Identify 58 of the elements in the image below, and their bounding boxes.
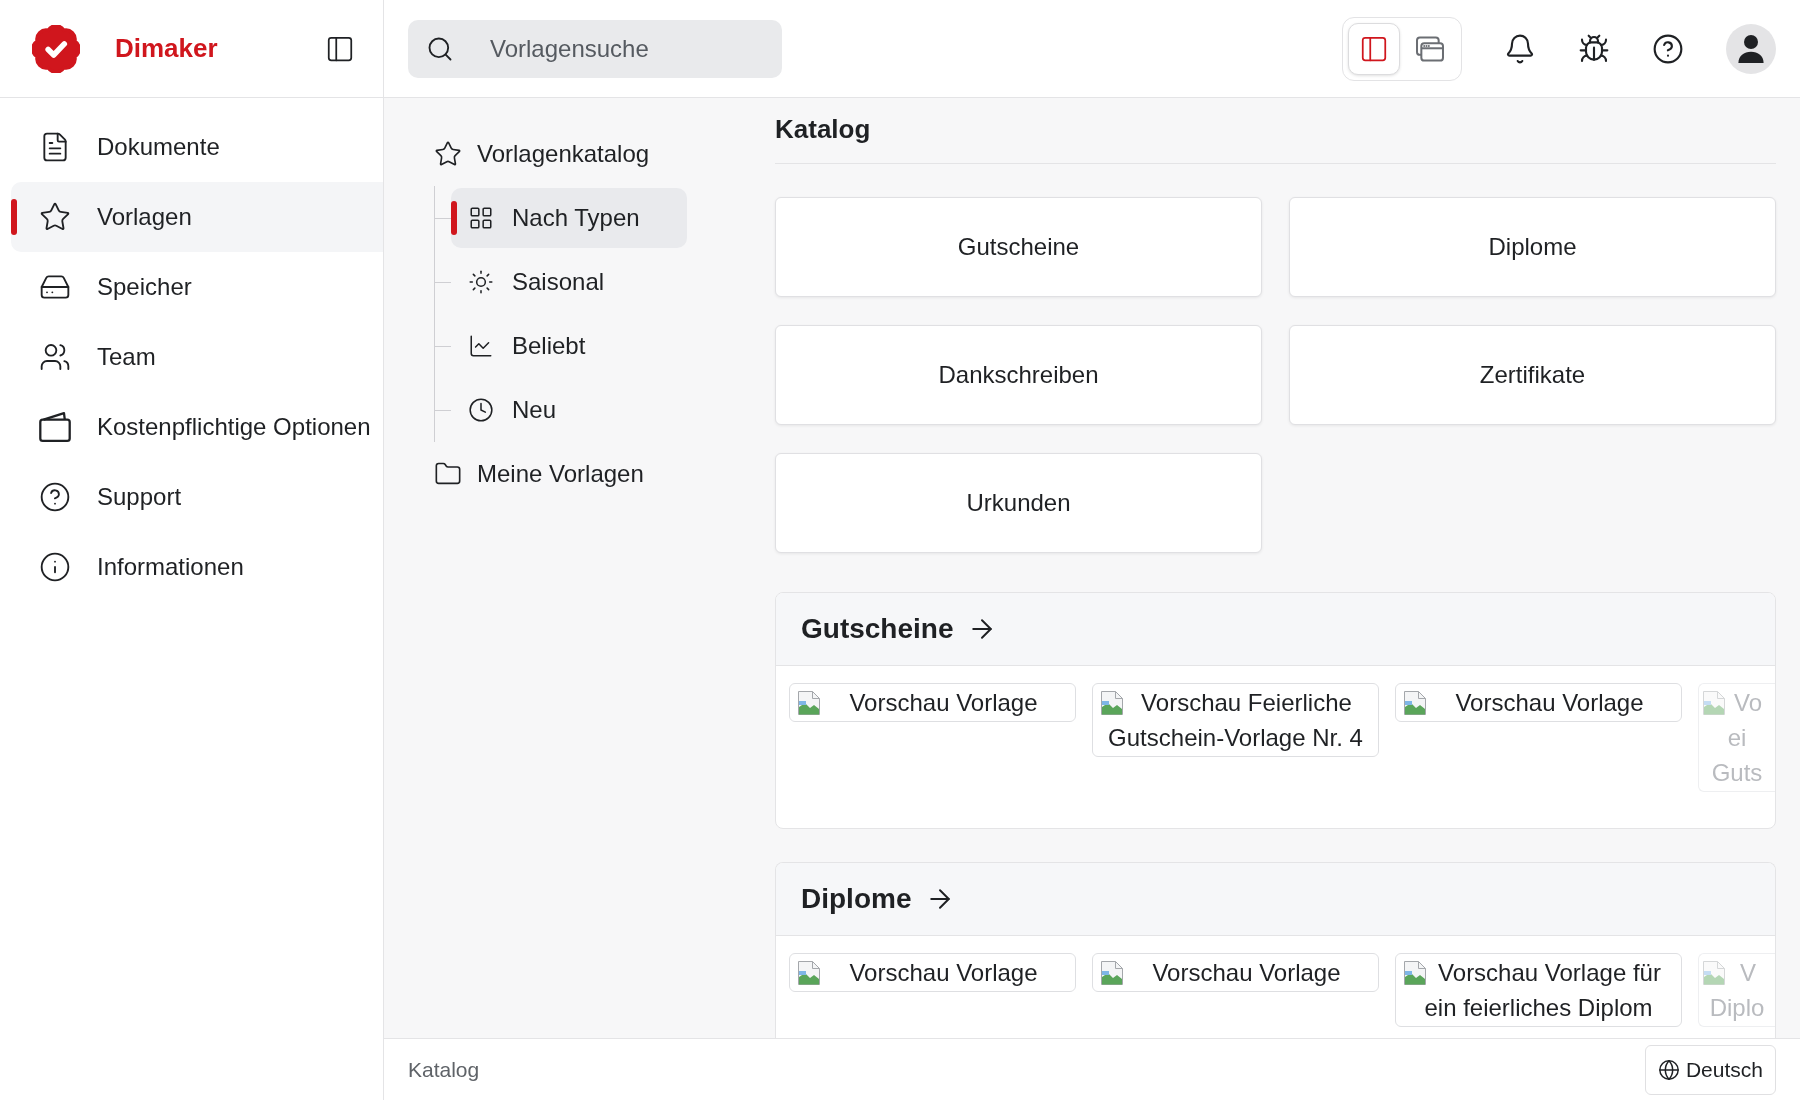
template-card[interactable]: Vorschau Vorlage für ein feierliches Diplom — [1395, 953, 1682, 1027]
nav-item[interactable]: Speicher — [11, 252, 383, 322]
brand-name: Dimaker — [115, 33, 218, 64]
tree-item[interactable]: Beliebt — [451, 316, 687, 376]
search-field[interactable]: Vorlagensuche — [408, 19, 782, 78]
breadcrumb: Katalog — [408, 1057, 480, 1082]
template-card[interactable]: Vorschau Vorlage — [789, 683, 1076, 722]
tree-item[interactable]: Nach Typen — [451, 188, 687, 248]
nav-item[interactable]: Support — [11, 462, 383, 532]
broken-image-icon — [1703, 961, 1725, 985]
broken-image-icon — [1404, 691, 1426, 715]
check-badge-icon — [32, 24, 80, 73]
section-link[interactable]: Diplome — [801, 883, 956, 915]
page-title: Katalog — [775, 113, 871, 146]
star-icon — [39, 201, 71, 233]
broken-image-icon — [1101, 691, 1123, 715]
nav-item[interactable]: Team — [11, 322, 383, 392]
tree-item[interactable]: Neu — [451, 380, 687, 440]
template-card[interactable]: Vorschau Vorlage — [1395, 683, 1682, 722]
star-icon — [434, 140, 462, 168]
broken-image-icon — [1404, 961, 1426, 985]
nav-item[interactable]: Informationen — [11, 532, 383, 602]
help-icon[interactable] — [1652, 32, 1684, 65]
tree-item[interactable]: Vorlagenkatalog — [434, 122, 770, 186]
bell-icon[interactable] — [1504, 32, 1536, 65]
language-button[interactable]: Deutsch — [1644, 1044, 1776, 1095]
broken-image-icon — [798, 961, 820, 985]
windows-icon — [1416, 34, 1444, 63]
avatar-button[interactable] — [1726, 23, 1776, 74]
help-icon — [39, 481, 71, 513]
broken-image-icon — [1703, 691, 1725, 715]
nav-item[interactable]: Dokumente — [11, 112, 383, 182]
broken-image-icon — [1101, 961, 1123, 985]
category-card[interactable]: Dankschreiben — [775, 325, 1262, 425]
nav-item[interactable]: Kostenpflichtige Optionen — [11, 392, 383, 462]
view-option[interactable] — [1348, 22, 1400, 75]
users-icon — [39, 341, 71, 373]
category-card[interactable]: Urkunden — [775, 453, 1262, 553]
sun-icon — [468, 269, 494, 295]
person-icon — [1737, 34, 1765, 63]
section-link[interactable]: Gutscheine — [801, 613, 998, 645]
category-card[interactable]: Zertifikate — [1289, 325, 1776, 425]
tree-item[interactable]: Saisonal — [451, 252, 687, 312]
line-chart-icon — [468, 333, 494, 359]
category-card[interactable]: Gutscheine — [775, 197, 1262, 297]
tree-item[interactable]: Meine Vorlagen — [434, 442, 770, 506]
info-icon — [39, 551, 71, 583]
category-card[interactable]: Diplome — [1289, 197, 1776, 297]
template-card[interactable]: Vorschau Feierliche Gutschein-Vorlage Nr. 4 — [1092, 683, 1379, 757]
grid-icon — [468, 205, 494, 231]
clock-icon — [468, 397, 494, 423]
template-card[interactable]: Vorschau Vorlage — [1092, 953, 1379, 992]
broken-image-icon — [798, 691, 820, 715]
nav-item[interactable]: Vorlagen — [11, 182, 383, 252]
bug-icon[interactable] — [1578, 32, 1610, 65]
wallet-icon — [39, 411, 71, 443]
template-card[interactable]: Vorschau Vorlage — [789, 953, 1076, 992]
globe-icon — [1657, 1058, 1680, 1081]
